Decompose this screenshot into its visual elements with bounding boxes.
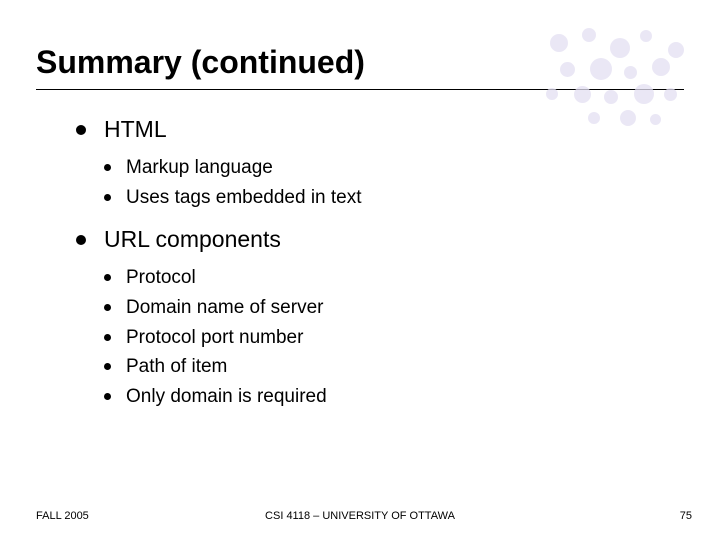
- section-html: HTML Markup language Uses tags embedded …: [76, 114, 660, 210]
- slide-footer: FALL 2005 CSI 4118 – UNIVERSITY OF OTTAW…: [0, 510, 720, 522]
- section-heading: URL components: [104, 226, 281, 252]
- section-heading: HTML: [104, 116, 167, 142]
- list-item: Markup language: [104, 155, 660, 181]
- section-url-components: URL components Protocol Domain name of s…: [76, 224, 660, 409]
- list-item: Protocol: [104, 265, 660, 291]
- list-item: Path of item: [104, 354, 660, 380]
- list-item: Protocol port number: [104, 325, 660, 351]
- list-item: Domain name of server: [104, 295, 660, 321]
- slide-body: HTML Markup language Uses tags embedded …: [0, 90, 720, 410]
- slide: { "title": "Summary (continued)", "secti…: [0, 0, 720, 540]
- footer-center: CSI 4118 – UNIVERSITY OF OTTAWA: [0, 510, 720, 522]
- list-item: Only domain is required: [104, 384, 660, 410]
- list-item: Uses tags embedded in text: [104, 185, 660, 211]
- slide-title: Summary (continued): [36, 44, 720, 81]
- footer-page-number: 75: [680, 510, 692, 522]
- footer-left: FALL 2005: [36, 510, 89, 522]
